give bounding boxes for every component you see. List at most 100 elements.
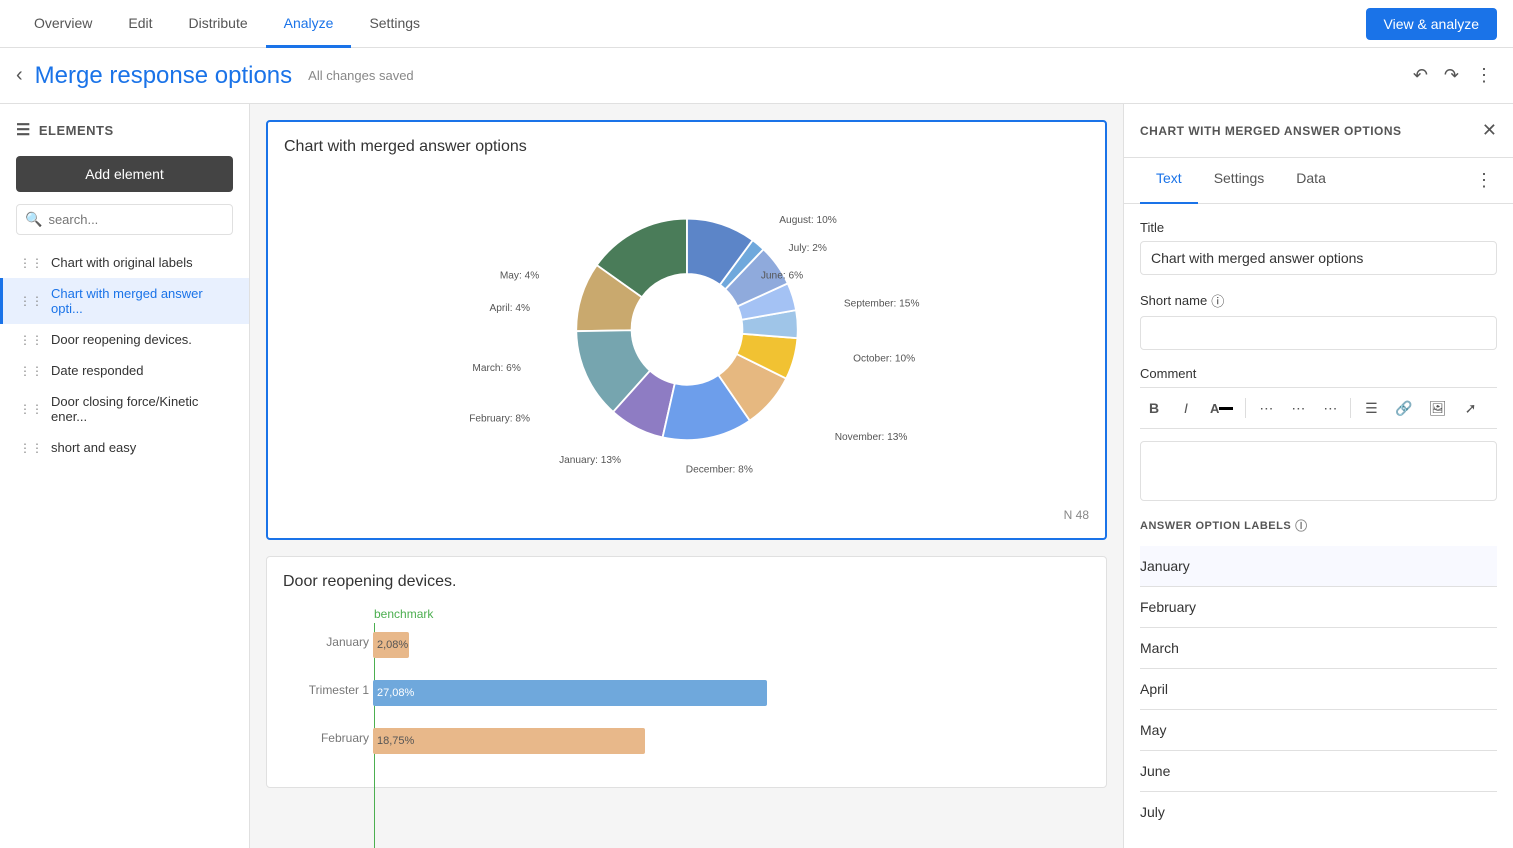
answer-option-input-july[interactable] <box>1140 802 1497 822</box>
donut-container: August: 10% July: 2% June: 6% May: 4% Ap… <box>284 164 1089 504</box>
svg-text:July: 2%: July: 2% <box>788 243 826 254</box>
image-button[interactable]: 🖼 <box>1423 394 1453 422</box>
answer-option-input-june[interactable] <box>1140 761 1497 781</box>
tab-settings[interactable]: Settings <box>1198 158 1281 204</box>
answer-option-input-february[interactable] <box>1140 597 1497 617</box>
bar-row-february: February 18,75% <box>373 723 1090 759</box>
panel-close-button[interactable]: ✕ <box>1482 120 1497 141</box>
align-right-button[interactable]: ⋯ <box>1316 394 1344 422</box>
answer-option-input-may[interactable] <box>1140 720 1497 740</box>
tab-data[interactable]: Data <box>1280 158 1342 204</box>
short-name-input[interactable] <box>1140 316 1497 350</box>
sidebar: ☰ ELEMENTS Add element 🔍 ⋮⋮ Chart with o… <box>0 104 250 848</box>
sidebar-item-chart-original[interactable]: ⋮⋮ Chart with original labels <box>0 247 249 278</box>
text-color-button[interactable]: A <box>1204 394 1239 422</box>
saved-status: All changes saved <box>308 68 1409 83</box>
title-field-label: Title <box>1140 220 1497 235</box>
align-left-button[interactable]: ⋯ <box>1252 394 1280 422</box>
list-button[interactable]: ☰ <box>1357 394 1385 422</box>
donut-svg: August: 10% July: 2% June: 6% May: 4% Ap… <box>447 174 927 494</box>
nav-distribute[interactable]: Distribute <box>170 0 265 48</box>
sidebar-item-door-closing[interactable]: ⋮⋮ Door closing force/Kinetic ener... <box>0 386 249 432</box>
sidebar-item-label: Date responded <box>51 363 144 378</box>
svg-text:May: 4%: May: 4% <box>499 271 538 282</box>
short-name-help-icon[interactable]: ⓘ <box>1211 291 1224 310</box>
hamburger-icon: ☰ <box>16 120 31 140</box>
answer-option-input-april[interactable] <box>1140 679 1497 699</box>
content-area: Chart with merged answer options August:… <box>250 104 1123 848</box>
nav-settings[interactable]: Settings <box>351 0 438 48</box>
drag-icon: ⋮⋮ <box>19 402 43 416</box>
bar-fill-february: 18,75% <box>373 728 645 754</box>
sidebar-item-door-reopening[interactable]: ⋮⋮ Door reopening devices. <box>0 324 249 355</box>
nav-overview[interactable]: Overview <box>16 0 110 48</box>
redo-button[interactable]: ↷ <box>1440 61 1463 90</box>
sidebar-item-short-easy[interactable]: ⋮⋮ short and easy <box>0 432 249 463</box>
answer-options-help-icon[interactable]: ⓘ <box>1295 517 1308 534</box>
svg-text:December: 8%: December: 8% <box>685 464 752 475</box>
comment-textarea[interactable] <box>1140 441 1497 501</box>
back-arrow-icon[interactable]: ‹ <box>16 64 23 87</box>
undo-button[interactable]: ↶ <box>1409 61 1432 90</box>
bar-value-february: 18,75% <box>377 735 414 747</box>
nav-analyze[interactable]: Analyze <box>266 0 352 48</box>
benchmark-label: benchmark <box>374 607 433 621</box>
sidebar-item-label: Door reopening devices. <box>51 332 192 347</box>
link-button[interactable]: 🔗 <box>1389 394 1418 422</box>
search-input[interactable] <box>48 212 224 227</box>
right-panel: CHART WITH MERGED ANSWER OPTIONS ✕ Text … <box>1123 104 1513 848</box>
fullscreen-button[interactable]: ➚ <box>1457 394 1485 422</box>
bar-row-january: January 2,08% <box>373 627 1090 663</box>
sidebar-title: ELEMENTS <box>39 123 114 138</box>
nav-edit[interactable]: Edit <box>110 0 170 48</box>
bar-label-january: January <box>283 635 369 649</box>
title-input[interactable] <box>1140 241 1497 275</box>
drag-icon: ⋮⋮ <box>19 256 43 270</box>
svg-text:April: 4%: April: 4% <box>489 303 530 314</box>
answer-option-july <box>1140 792 1497 832</box>
add-element-button[interactable]: Add element <box>16 156 233 192</box>
sidebar-item-date-responded[interactable]: ⋮⋮ Date responded <box>0 355 249 386</box>
header-actions: ↶ ↷ ⋮ <box>1409 61 1497 90</box>
answer-option-february <box>1140 587 1497 628</box>
answer-option-input-march[interactable] <box>1140 638 1497 658</box>
svg-text:November: 13%: November: 13% <box>834 432 907 443</box>
view-analyze-button[interactable]: View & analyze <box>1366 8 1497 40</box>
page-title: Merge response options <box>35 62 292 90</box>
align-center-button[interactable]: ⋯ <box>1284 394 1312 422</box>
sidebar-item-chart-merged[interactable]: ⋮⋮ Chart with merged answer opti... <box>0 278 249 324</box>
bar-value-january: 2,08% <box>377 639 408 651</box>
bar-label-february: February <box>283 731 369 745</box>
answer-option-january <box>1140 546 1497 587</box>
panel-title: CHART WITH MERGED ANSWER OPTIONS <box>1140 124 1402 138</box>
answer-option-may <box>1140 710 1497 751</box>
drag-icon: ⋮⋮ <box>19 364 43 378</box>
tab-text[interactable]: Text <box>1140 158 1198 204</box>
svg-text:January: 13%: January: 13% <box>559 455 621 466</box>
drag-icon: ⋮⋮ <box>19 441 43 455</box>
bar-fill-january: 2,08% <box>373 632 409 658</box>
top-nav: Overview Edit Distribute Analyze Setting… <box>0 0 1513 48</box>
bold-button[interactable]: B <box>1140 394 1168 422</box>
panel-tab-more-icon[interactable]: ⋮ <box>1471 158 1497 203</box>
answer-option-input-january[interactable] <box>1140 556 1497 576</box>
bar-row-trimester1: Trimester 1 27,08% <box>373 675 1090 711</box>
svg-text:September: 15%: September: 15% <box>843 298 919 309</box>
answer-options-label: ANSWER OPTION LABELS <box>1140 520 1291 532</box>
panel-tabs: Text Settings Data ⋮ <box>1124 158 1513 204</box>
sidebar-item-label: Chart with merged answer opti... <box>51 286 233 316</box>
donut-chart-title: Chart with merged answer options <box>284 138 1089 156</box>
svg-text:June: 6%: June: 6% <box>760 271 802 282</box>
more-options-button[interactable]: ⋮ <box>1471 61 1497 90</box>
svg-text:February: 8%: February: 8% <box>469 414 530 425</box>
panel-body: Title Short name ⓘ Comment B I A ⋯ ⋯ ⋯ ☰… <box>1124 204 1513 848</box>
answer-option-june <box>1140 751 1497 792</box>
toolbar-divider-1 <box>1245 398 1246 418</box>
sidebar-item-label: Door closing force/Kinetic ener... <box>51 394 233 424</box>
answer-options-section-label: ANSWER OPTION LABELS ⓘ <box>1140 517 1497 534</box>
svg-text:August: 10%: August: 10% <box>779 215 837 226</box>
toolbar-divider-2 <box>1350 398 1351 418</box>
sidebar-item-label: Chart with original labels <box>51 255 193 270</box>
svg-text:October: 10%: October: 10% <box>853 354 915 365</box>
italic-button[interactable]: I <box>1172 394 1200 422</box>
